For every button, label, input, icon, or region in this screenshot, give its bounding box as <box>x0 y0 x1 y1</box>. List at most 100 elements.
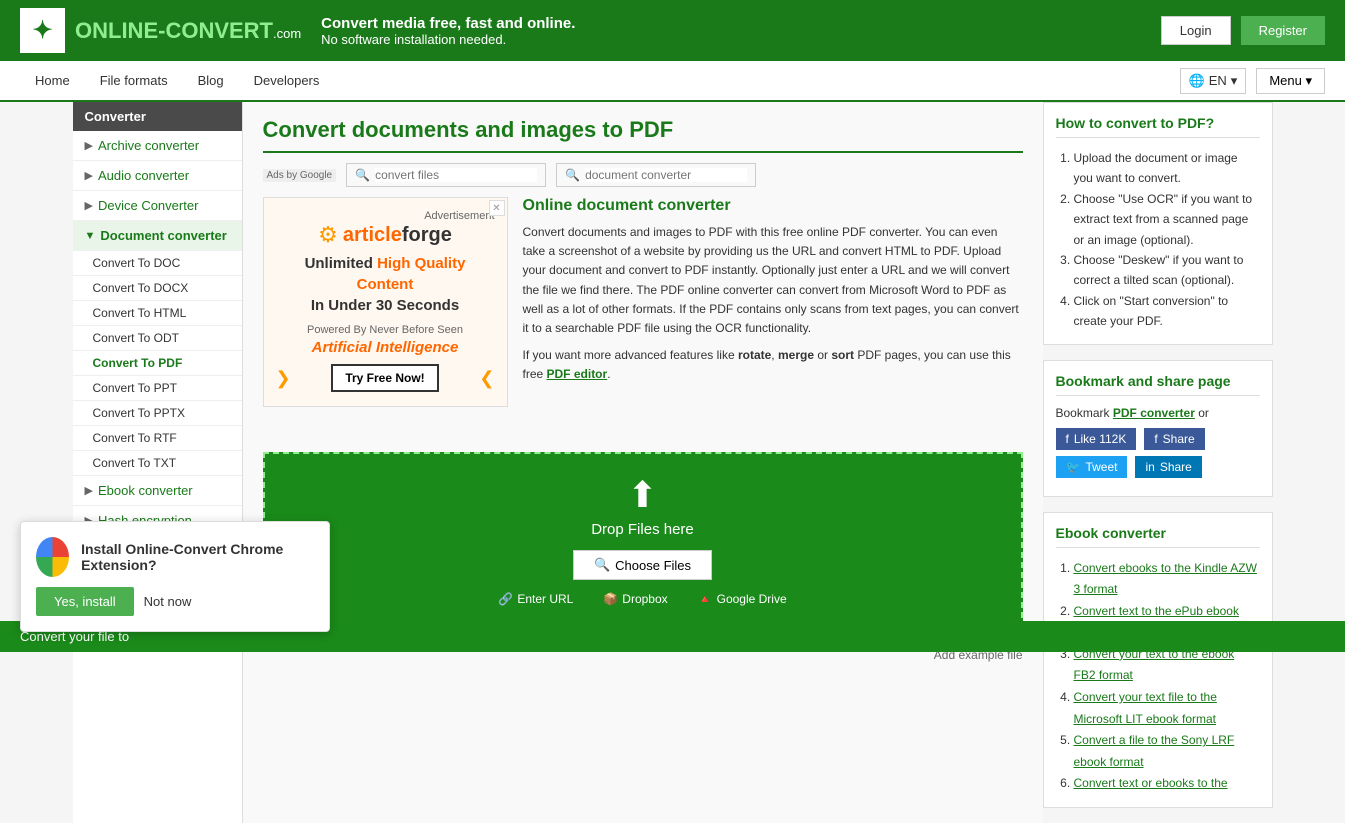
logo-icon: ✦ <box>32 16 52 45</box>
ad-try-btn[interactable]: Try Free Now! <box>331 364 438 392</box>
bookmark-title: Bookmark and share page <box>1056 373 1260 396</box>
ad-headline: Unlimited High Quality Content <box>276 253 495 295</box>
enter-url-link[interactable]: 🔗 Enter URL <box>498 592 573 606</box>
ad-headline-2: In Under 30 Seconds <box>276 295 495 316</box>
how-to-box: How to convert to PDF? Upload the docume… <box>1043 102 1273 345</box>
ebook-link-1[interactable]: Convert ebooks to the Kindle AZW 3 forma… <box>1074 561 1257 597</box>
nav-right: 🌐 EN ▾ Menu ▾ <box>1180 68 1325 94</box>
ebook-link-6[interactable]: Convert text or ebooks to the <box>1074 776 1228 790</box>
header: ✦ ONLINE-CONVERT.com Convert media free,… <box>0 0 1345 61</box>
logo-brand: ONLINE-CONVERT <box>75 18 273 43</box>
ad-logo-row: ⚙ articleforge <box>276 222 495 248</box>
sidebar-sub-odt[interactable]: Convert To ODT <box>73 326 242 351</box>
sidebar-item-document[interactable]: ▼ Document converter <box>73 221 242 251</box>
ad-close-btn[interactable]: ✕ <box>489 200 505 216</box>
social-row-2: 🐦 Tweet in Share <box>1056 456 1260 478</box>
sidebar-sub-rtf[interactable]: Convert To RTF <box>73 426 242 451</box>
fb-share-label: Share <box>1163 432 1195 446</box>
arrow-icon: ▶ <box>85 199 93 212</box>
doc-para-1: Convert documents and images to PDF with… <box>523 223 1023 338</box>
login-button[interactable]: Login <box>1161 16 1231 45</box>
sidebar-sub-html[interactable]: Convert To HTML <box>73 301 242 326</box>
search-input-2[interactable] <box>585 168 747 182</box>
fbshare-icon: f <box>1154 432 1157 446</box>
dropbox-link[interactable]: 📦 Dropbox <box>603 592 667 606</box>
ebook-link-4[interactable]: Convert your text file to the Microsoft … <box>1074 690 1217 726</box>
upload-links: 🔗 Enter URL 📦 Dropbox 🔺 Google Drive <box>285 592 1001 606</box>
search-box-1[interactable]: 🔍 <box>346 163 546 187</box>
how-to-title: How to convert to PDF? <box>1056 115 1260 138</box>
sidebar-sub-ppt[interactable]: Convert To PPT <box>73 376 242 401</box>
doc-section: Online document converter Convert docume… <box>523 197 1023 422</box>
twitter-icon: 🐦 <box>1066 460 1081 474</box>
sidebar-item-archive[interactable]: ▶ Archive converter <box>73 131 242 161</box>
menu-button[interactable]: Menu ▾ <box>1256 68 1325 94</box>
link-icon: 🔗 <box>498 592 513 606</box>
lang-selector[interactable]: 🌐 EN ▾ <box>1180 68 1247 94</box>
logo-area: ✦ ONLINE-CONVERT.com <box>20 8 301 53</box>
chrome-popup-title: Install Online-Convert Chrome Extension? <box>81 541 314 573</box>
sidebar-item-ebook[interactable]: ▶ Ebook converter <box>73 476 242 506</box>
pdf-editor-link[interactable]: PDF editor <box>547 367 608 381</box>
sidebar-title: Converter <box>73 102 242 131</box>
pdf-converter-bookmark-link[interactable]: PDF converter <box>1113 406 1195 420</box>
ad-ai: Artificial Intelligence <box>276 339 495 356</box>
sidebar-sub-pptx[interactable]: Convert To PPTX <box>73 401 242 426</box>
logo-suffix: .com <box>273 26 301 41</box>
how-step-4: Click on "Start conversion" to create yo… <box>1074 291 1260 332</box>
not-now-button[interactable]: Not now <box>144 594 192 609</box>
header-right: Login Register <box>1161 16 1325 45</box>
sidebar-sub-doc[interactable]: Convert To DOC <box>73 251 242 276</box>
upload-box: ⬆ Drop Files here 🔍 Choose Files 🔗 Enter… <box>263 452 1023 628</box>
how-step-3: Choose "Deskew" if you want to correct a… <box>1074 250 1260 291</box>
nav-file-formats[interactable]: File formats <box>85 61 183 100</box>
sidebar-item-document-label: Document converter <box>100 228 226 243</box>
drop-text: Drop Files here <box>285 521 1001 538</box>
sidebar-item-device[interactable]: ▶ Device Converter <box>73 191 242 221</box>
fb-icon: f <box>1066 432 1069 446</box>
tagline-sub: No software installation needed. <box>321 32 575 47</box>
bookmark-text: Bookmark PDF converter or <box>1056 406 1260 420</box>
how-step-2: Choose "Use OCR" if you want to extract … <box>1074 189 1260 250</box>
ebook-link-5[interactable]: Convert a file to the Sony LRF ebook for… <box>1074 733 1235 769</box>
arrow-icon: ▶ <box>85 169 93 182</box>
sidebar-sub-txt[interactable]: Convert To TXT <box>73 451 242 476</box>
sidebar-item-archive-label: Archive converter <box>98 138 199 153</box>
nav-developers[interactable]: Developers <box>239 61 335 100</box>
ad-powered: Powered By Never Before Seen <box>276 324 495 336</box>
sidebar-sub-pdf[interactable]: Convert To PDF <box>73 351 242 376</box>
ad-inner: Advertisement ⚙ articleforge Unlimited H… <box>264 198 507 406</box>
logo-text: ONLINE-CONVERT.com <box>75 18 301 44</box>
linkedin-share-button[interactable]: in Share <box>1135 456 1201 478</box>
yes-install-button[interactable]: Yes, install <box>36 587 134 616</box>
ebook-item-4: Convert your text file to the Microsoft … <box>1074 687 1260 730</box>
content-inner: ✕ Advertisement ⚙ articleforge Unlimited… <box>263 197 1023 662</box>
content-columns: ✕ Advertisement ⚙ articleforge Unlimited… <box>263 197 1023 662</box>
choose-files-button[interactable]: 🔍 Choose Files <box>573 550 712 580</box>
sidebar-sub-docx[interactable]: Convert To DOCX <box>73 276 242 301</box>
menu-label: Menu <box>1269 73 1302 88</box>
arrow-icon: ▶ <box>85 484 93 497</box>
ebook-item-1: Convert ebooks to the Kindle AZW 3 forma… <box>1074 558 1260 601</box>
lang-chevron-icon: ▾ <box>1231 73 1238 89</box>
google-drive-link[interactable]: 🔺 Google Drive <box>698 592 787 606</box>
tagline: Convert media free, fast and online. No … <box>321 15 575 47</box>
ebook-link-3[interactable]: Convert your text to the ebook FB2 forma… <box>1074 647 1235 683</box>
page-title: Convert documents and images to PDF <box>263 117 1023 153</box>
chrome-popup-top: Install Online-Convert Chrome Extension? <box>36 537 314 577</box>
ad-box: ✕ Advertisement ⚙ articleforge Unlimited… <box>263 197 508 407</box>
search-box-2[interactable]: 🔍 <box>556 163 756 187</box>
search-input-1[interactable] <box>375 168 537 182</box>
nav-home[interactable]: Home <box>20 61 85 100</box>
tweet-button[interactable]: 🐦 Tweet <box>1056 456 1128 478</box>
doc-title: Online document converter <box>523 197 1023 215</box>
ad-arrow-right-icon: ❮ <box>479 368 494 389</box>
register-button[interactable]: Register <box>1241 16 1325 45</box>
like-button[interactable]: f Like 112K <box>1056 428 1137 450</box>
chrome-extension-popup: Install Online-Convert Chrome Extension?… <box>20 521 330 632</box>
fb-share-button[interactable]: f Share <box>1144 428 1204 450</box>
sidebar-item-audio-label: Audio converter <box>98 168 189 183</box>
nav-blog[interactable]: Blog <box>183 61 239 100</box>
tagline-bold: Convert media free, fast and online. <box>321 15 575 32</box>
sidebar-item-audio[interactable]: ▶ Audio converter <box>73 161 242 191</box>
